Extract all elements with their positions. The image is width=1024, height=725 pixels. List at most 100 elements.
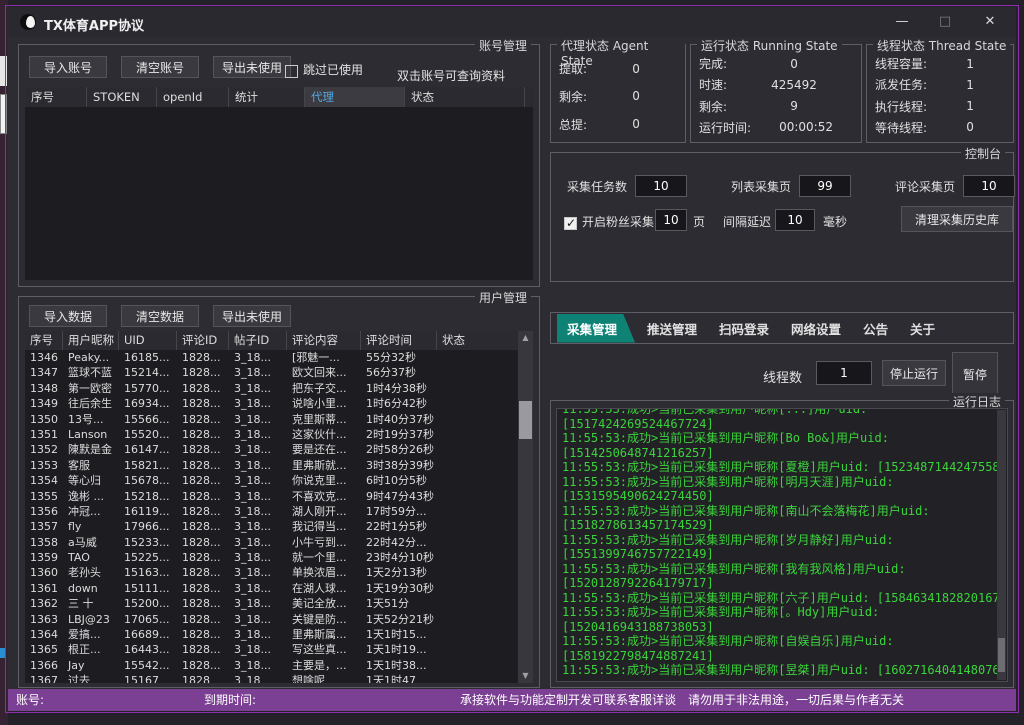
account-action-button[interactable]: 清空账号 xyxy=(121,56,199,78)
column-header[interactable]: 状态 xyxy=(405,87,525,107)
user-action-button[interactable]: 导出未使用 xyxy=(213,305,291,327)
log-line: 11:55:53:成功>当前已采集到用户昵称[我有我风格]用户uid: xyxy=(557,562,1007,577)
table-row[interactable]: 1357 fly 17966... 1828... 3_18... 我记得当..… xyxy=(25,519,518,534)
cell-comment-id: 1828... xyxy=(177,565,229,580)
cell-content: 就一个里... xyxy=(287,550,361,565)
tab-item[interactable]: 公告 xyxy=(863,319,888,338)
window-title: TX体育APP协议 xyxy=(44,15,144,34)
table-row[interactable]: 1353 客服 15821... 1828... 3_18... 里弗斯就...… xyxy=(25,458,518,473)
cell-comment-id: 1828... xyxy=(177,581,229,596)
column-header[interactable]: 帖子ID xyxy=(229,331,287,350)
table-row[interactable]: 1360 老孙头 15163... 1828... 3_18... 单换浓眉..… xyxy=(25,565,518,580)
console-field-input[interactable] xyxy=(635,175,687,197)
pause-button[interactable]: 暂停 xyxy=(952,352,998,396)
cell-seq: 1367 xyxy=(25,673,63,683)
table-row[interactable]: 1366 Jay 15542... 1828... 3_18... 主要是，..… xyxy=(25,658,518,673)
table-row[interactable]: 1361 down 15111... 1828... 3_18... 在湖人球.… xyxy=(25,581,518,596)
table-row[interactable]: 1359 TAO 15225... 1828... 3_18... 就一个里..… xyxy=(25,550,518,565)
table-row[interactable]: 1346 Peaky... 16185... 1828... 3_18... [… xyxy=(25,350,518,365)
column-header[interactable]: STOKEN xyxy=(87,87,157,107)
user-table-rows: 1346 Peaky... 16185... 1828... 3_18... [… xyxy=(25,350,518,683)
table-row[interactable]: 1352 陳默是金 16147... 1828... 3_18... 要是还在.… xyxy=(25,442,518,457)
table-row[interactable]: 1356 冲冠... 16119... 1828... 3_18... 湖人刚开… xyxy=(25,504,518,519)
user-action-button[interactable]: 导入数据 xyxy=(29,305,107,327)
close-icon[interactable]: ✕ xyxy=(974,11,1006,33)
table-row[interactable]: 1367 过去 15167 1828 3_18 想啥呢 1天1时47 xyxy=(25,673,518,683)
minimize-icon[interactable]: — xyxy=(886,11,918,33)
cell-post-id: 3_18... xyxy=(229,535,287,550)
thread-count-input[interactable] xyxy=(816,361,872,385)
cell-content: 克里斯蒂... xyxy=(287,412,361,427)
log-scrollbar-thumb[interactable] xyxy=(998,638,1005,672)
column-header[interactable]: 序号 xyxy=(25,87,87,107)
column-header[interactable]: 用户昵称 xyxy=(63,331,119,350)
user-table-scrollbar[interactable]: ▲ ▼ xyxy=(518,331,533,683)
tab-item[interactable]: 关于 xyxy=(910,319,935,338)
table-row[interactable]: 1348 第一欧密 15770... 1828... 3_18... 把东子交.… xyxy=(25,381,518,396)
cell-time: 9时47分43秒 xyxy=(361,489,437,504)
column-header-proxy[interactable]: 代理 xyxy=(305,87,405,107)
cell-name: 第一欧密 xyxy=(63,381,119,396)
console-field-input[interactable] xyxy=(799,175,851,197)
table-row[interactable]: 1350 13号... 15566... 1828... 3_18... 克里斯… xyxy=(25,412,518,427)
cell-uid: 15520... xyxy=(119,427,177,442)
tab-item[interactable]: 采集管理 xyxy=(557,314,635,343)
user-scrollbar-thumb[interactable] xyxy=(519,401,532,439)
cell-content: 里弗斯属... xyxy=(287,627,361,642)
cell-name: down xyxy=(63,581,119,596)
maximize-icon[interactable]: □ xyxy=(929,11,961,33)
state-value: 0 xyxy=(727,57,861,71)
cell-status xyxy=(437,658,518,673)
table-row[interactable]: 1364 爱搞... 16689... 1828... 3_18... 里弗斯属… xyxy=(25,627,518,642)
app-window: TX体育APP协议 — □ ✕ 账号管理 导入账号 清空账号 导出未使用 跳过已… xyxy=(8,7,1016,711)
column-header[interactable]: 评论时间 xyxy=(361,331,437,350)
account-action-button[interactable]: 导出未使用 xyxy=(213,56,291,78)
column-header[interactable]: 统计 xyxy=(229,87,305,107)
state-label: 线程容量: xyxy=(867,55,927,72)
cell-comment-id: 1828... xyxy=(177,535,229,550)
cell-time: 3时38分39秒 xyxy=(361,458,437,473)
column-header[interactable]: 序号 xyxy=(25,331,63,350)
table-row[interactable]: 1347 篮球不蓝 15214... 1828... 3_18... 欧文回来.… xyxy=(25,365,518,380)
column-header[interactable]: 状态 xyxy=(437,331,518,350)
table-row[interactable]: 1365 根正... 16443... 1828... 3_18... 写这些真… xyxy=(25,642,518,657)
table-row[interactable]: 1362 三 十 15200... 1828... 3_18... 美记全放..… xyxy=(25,596,518,611)
title-bar[interactable]: TX体育APP协议 — □ ✕ xyxy=(8,7,1016,37)
tab-item[interactable]: 推送管理 xyxy=(647,319,697,338)
log-box[interactable]: 11:55:53:成功>当前已采集到用户昵称[...]用户uid: [15174… xyxy=(556,408,1008,682)
cell-seq: 1364 xyxy=(25,627,63,642)
user-action-button[interactable]: 清空数据 xyxy=(121,305,199,327)
skip-used-checkbox[interactable] xyxy=(285,65,298,78)
console-field-input[interactable] xyxy=(963,175,1015,197)
state-label: 时速: xyxy=(691,76,727,93)
account-table-body[interactable] xyxy=(25,107,533,280)
cell-content: 主要是，... xyxy=(287,658,361,673)
state-item: 派发任务: 1 xyxy=(867,76,1013,93)
column-header[interactable]: 评论内容 xyxy=(287,331,361,350)
tab-item[interactable]: 扫码登录 xyxy=(719,319,769,338)
log-scrollbar[interactable] xyxy=(997,410,1006,680)
table-row[interactable]: 1358 a马威 15233... 1828... 3_18... 小牛亏到..… xyxy=(25,535,518,550)
table-row[interactable]: 1351 Lanson 15520... 1828... 3_18... 这家伙… xyxy=(25,427,518,442)
scroll-up-icon[interactable]: ▲ xyxy=(518,331,533,345)
column-header[interactable]: UID xyxy=(119,331,177,350)
fans-pages-input[interactable] xyxy=(655,209,687,231)
account-action-button[interactable]: 导入账号 xyxy=(29,56,107,78)
stop-run-button[interactable]: 停止运行 xyxy=(882,360,946,386)
log-line: 11:55:53:成功>当前已采集到用户昵称[自娱自乐]用户uid: xyxy=(557,634,1007,649)
column-header[interactable]: 评论ID xyxy=(177,331,229,350)
cell-name: Lanson xyxy=(63,427,119,442)
table-row[interactable]: 1349 往后余生 16934... 1828... 3_18... 说啥小里.… xyxy=(25,396,518,411)
tab-item[interactable]: 网络设置 xyxy=(791,319,841,338)
scroll-down-icon[interactable]: ▼ xyxy=(518,669,533,683)
column-header[interactable]: openId xyxy=(157,87,229,107)
table-row[interactable]: 1355 逸彬 ... 15218... 1828... 3_18... 不喜欢… xyxy=(25,489,518,504)
clear-history-button[interactable]: 清理采集历史库 xyxy=(901,206,1013,232)
delay-input[interactable] xyxy=(775,209,815,231)
table-row[interactable]: 1363 LBJ@23 17065... 1828... 3_18... 关键是… xyxy=(25,612,518,627)
cell-name: 往后余生 xyxy=(63,396,119,411)
cell-time: 22时42分... xyxy=(361,535,437,550)
state-item: 时速: 425492 xyxy=(691,76,861,93)
fans-collect-checkbox[interactable] xyxy=(564,217,577,230)
table-row[interactable]: 1354 等心归 15678... 1828... 3_18... 你说克里..… xyxy=(25,473,518,488)
